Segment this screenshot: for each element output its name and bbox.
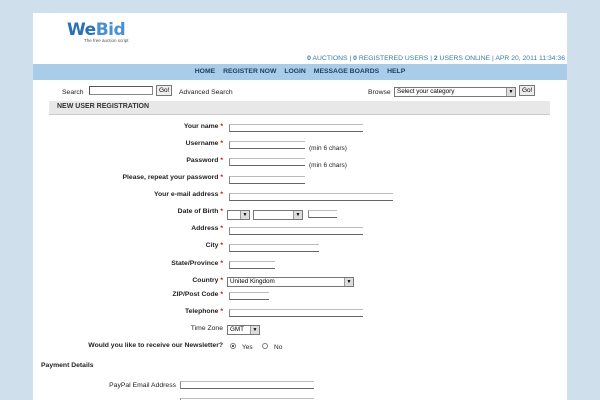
nav-help[interactable]: HELP bbox=[387, 64, 405, 80]
advanced-search-link[interactable]: Advanced Search bbox=[179, 89, 233, 96]
nav-register-now[interactable]: REGISTER NOW bbox=[223, 64, 276, 80]
label-telephone: Telephone * bbox=[184, 308, 223, 315]
label-your-name: Your name * bbox=[183, 123, 223, 130]
logo-tagline: The free auction script bbox=[84, 38, 129, 43]
section-header: NEW USER REGISTRATION bbox=[49, 101, 550, 115]
label-paypal-email: PayPal Email Address bbox=[109, 382, 176, 389]
search-input[interactable] bbox=[89, 86, 153, 95]
label-city: City * bbox=[205, 242, 223, 249]
nav-login[interactable]: LOGIN bbox=[284, 64, 306, 80]
newsletter-yes-label: Yes bbox=[242, 344, 253, 351]
dob-month-select[interactable]: ▼ bbox=[253, 210, 303, 220]
browse-label: Browse bbox=[368, 89, 391, 96]
browse-go-button[interactable]: Go! bbox=[519, 85, 536, 96]
newsletter-yes-radio[interactable] bbox=[230, 343, 236, 349]
search-bar: Search Go! Advanced Search Browse Select… bbox=[33, 85, 567, 99]
label-email: Your e-mail address * bbox=[153, 191, 223, 198]
label-username: Username * bbox=[185, 140, 223, 147]
nav-message-boards[interactable]: MESSAGE BOARDS bbox=[314, 64, 379, 80]
paypal-email-input[interactable] bbox=[180, 381, 314, 389]
name-input[interactable] bbox=[229, 124, 363, 132]
newsletter-no-radio[interactable] bbox=[262, 343, 268, 349]
dob-year-input[interactable] bbox=[308, 210, 337, 218]
address-input[interactable] bbox=[229, 227, 363, 235]
zip-input[interactable] bbox=[229, 292, 269, 300]
label-newsletter: Would you like to receive our Newsletter… bbox=[88, 342, 223, 349]
logo-text: WeBid bbox=[67, 20, 126, 40]
label-repeat-password: Please, repeat your password * bbox=[122, 174, 224, 181]
password-hint: (min 6 chars) bbox=[309, 162, 347, 169]
dropdown-arrow-icon: ▼ bbox=[344, 278, 353, 286]
dob-day-select[interactable]: ▼ bbox=[227, 210, 250, 220]
label-password: Password * bbox=[186, 157, 223, 164]
timezone-select[interactable]: GMT ▼ bbox=[227, 325, 260, 335]
username-input[interactable] bbox=[229, 141, 305, 149]
section-title: NEW USER REGISTRATION bbox=[57, 103, 150, 110]
newsletter-no-label: No bbox=[274, 344, 283, 351]
dropdown-arrow-icon: ▼ bbox=[250, 326, 259, 334]
label-state: State/Province * bbox=[171, 260, 223, 267]
username-hint: (min 6 chars) bbox=[309, 145, 347, 152]
city-input[interactable] bbox=[229, 244, 319, 252]
main-nav: HOME REGISTER NOW LOGIN MESSAGE BOARDS H… bbox=[33, 64, 567, 80]
dropdown-arrow-icon: ▼ bbox=[506, 88, 515, 96]
search-label: Search bbox=[62, 89, 84, 96]
site-stats: 0 AUCTIONS | 0 REGISTERED USERS | 2 USER… bbox=[307, 55, 565, 62]
nav-home[interactable]: HOME bbox=[195, 64, 215, 80]
payment-details-heading: Payment Details bbox=[41, 362, 94, 369]
label-zip: ZIP/Post Code * bbox=[172, 291, 223, 298]
label-address: Address * bbox=[191, 225, 223, 232]
state-input[interactable] bbox=[229, 261, 275, 269]
label-country: Country * bbox=[192, 277, 223, 284]
telephone-input[interactable] bbox=[229, 309, 363, 317]
dropdown-arrow-icon: ▼ bbox=[240, 211, 249, 219]
email-input[interactable] bbox=[229, 193, 393, 201]
country-select[interactable]: United Kingdom ▼ bbox=[227, 277, 354, 287]
page-container: WeBid The free auction script 0 AUCTIONS… bbox=[33, 13, 567, 400]
label-timezone: Time Zone bbox=[190, 325, 223, 332]
repeat-password-input[interactable] bbox=[229, 176, 305, 184]
dropdown-arrow-icon: ▼ bbox=[293, 211, 302, 219]
search-go-button[interactable]: Go! bbox=[156, 85, 173, 96]
label-date-of-birth: Date of Birth * bbox=[177, 208, 223, 215]
password-input[interactable] bbox=[229, 158, 305, 166]
category-select[interactable]: Select your category ▼ bbox=[394, 87, 516, 97]
webid-logo[interactable]: WeBid The free auction script bbox=[67, 20, 129, 44]
